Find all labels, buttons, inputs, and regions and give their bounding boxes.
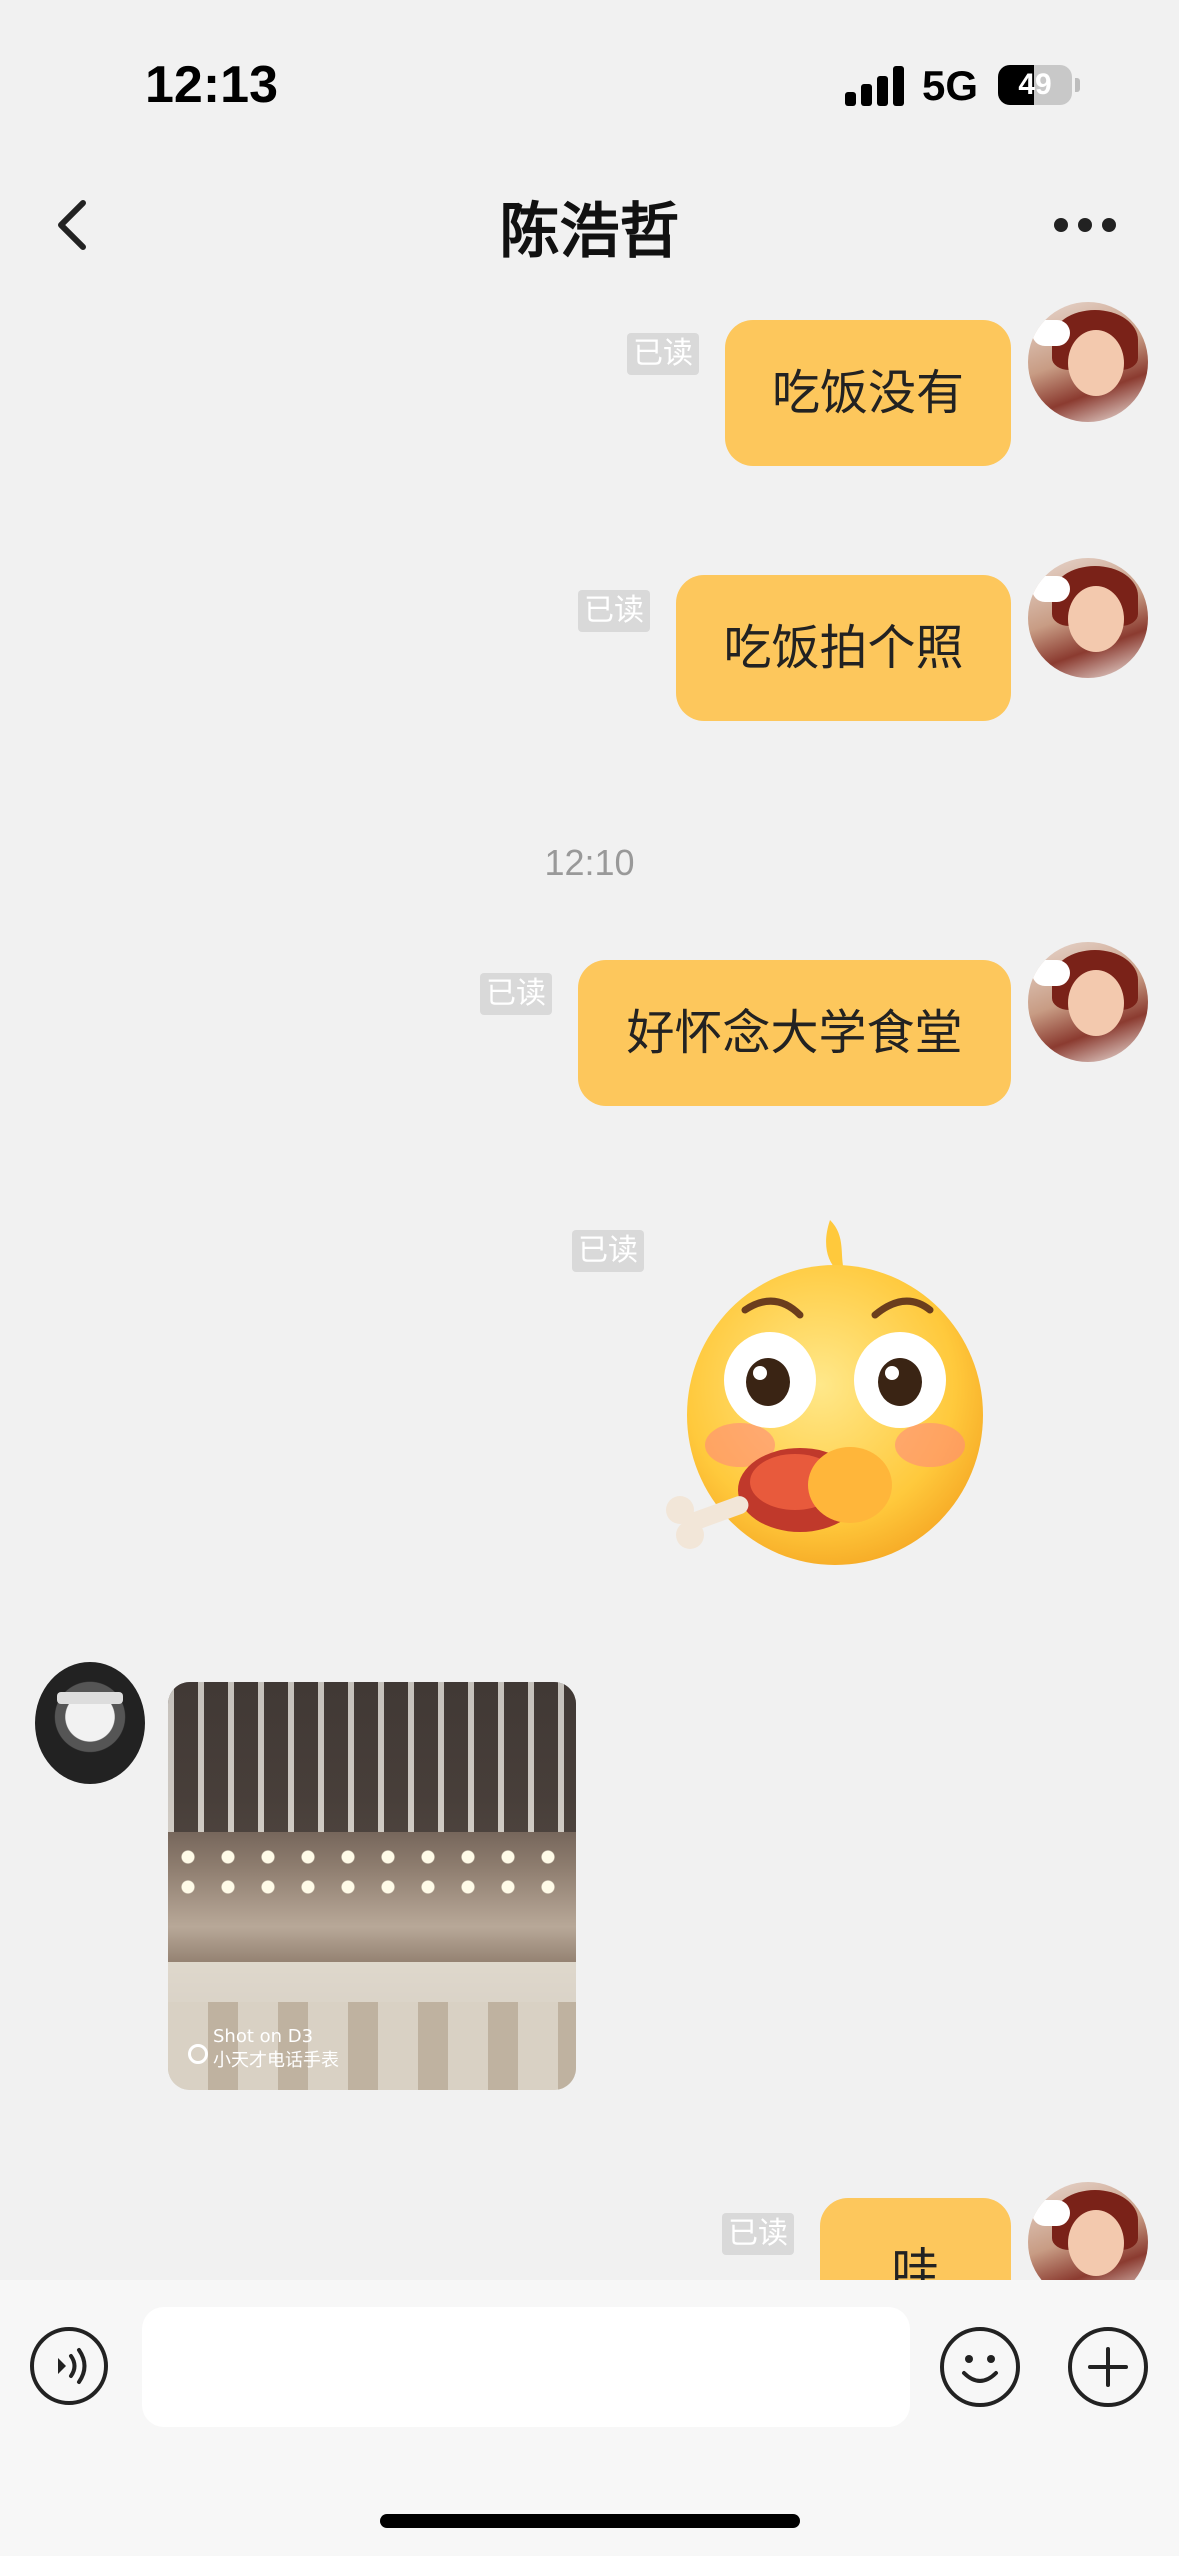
read-receipt: 已读 xyxy=(627,333,699,375)
photo-watermark: Shot on D3 小天才电话手表 xyxy=(213,2025,339,2073)
message-bubble[interactable]: 吃饭没有 xyxy=(725,320,1011,466)
chat-title: 陈浩哲 xyxy=(499,197,680,267)
read-receipt: 已读 xyxy=(480,973,552,1015)
dot-icon xyxy=(1054,218,1068,232)
received-photo[interactable]: Shot on D3 小天才电话手表 xyxy=(168,1682,576,2090)
camera-ring-icon xyxy=(188,2044,208,2064)
message-bubble[interactable]: 好怀念大学食堂 xyxy=(578,960,1011,1106)
read-receipt: 已读 xyxy=(722,2213,794,2255)
photo-caption-line2: 小天才电话手表 xyxy=(213,2050,339,2071)
battery-icon: 49 xyxy=(998,65,1072,105)
smiley-icon xyxy=(962,2355,998,2383)
battery-level: 49 xyxy=(1018,68,1052,101)
voice-icon xyxy=(58,2348,87,2384)
my-avatar[interactable] xyxy=(1028,302,1148,422)
my-avatar[interactable] xyxy=(1028,558,1148,678)
message-bubble[interactable]: 吃饭拍个照 xyxy=(676,575,1011,721)
message-timestamp: 12:10 xyxy=(544,842,635,883)
plus-icon xyxy=(1088,2347,1128,2387)
emoji-button[interactable] xyxy=(940,2327,1020,2407)
more-options-button[interactable] xyxy=(1050,210,1120,240)
home-indicator[interactable] xyxy=(380,2514,800,2528)
photo-caption-line1: Shot on D3 xyxy=(213,2026,314,2047)
my-avatar[interactable] xyxy=(1028,942,1148,1062)
battery-cap xyxy=(1075,78,1080,92)
chick-eating-drumstick-sticker[interactable] xyxy=(660,1210,1000,1570)
message-input[interactable] xyxy=(142,2307,910,2427)
status-time: 12:13 xyxy=(145,56,278,114)
more-actions-button[interactable] xyxy=(1068,2327,1148,2407)
network-type: 5G xyxy=(922,62,979,109)
signal-icon xyxy=(845,66,907,106)
contact-avatar[interactable] xyxy=(35,1662,145,1784)
read-receipt: 已读 xyxy=(578,590,650,632)
dot-icon xyxy=(1078,218,1092,232)
read-receipt: 已读 xyxy=(572,1230,644,1272)
dot-icon xyxy=(1102,218,1116,232)
voice-input-button[interactable] xyxy=(30,2327,108,2405)
